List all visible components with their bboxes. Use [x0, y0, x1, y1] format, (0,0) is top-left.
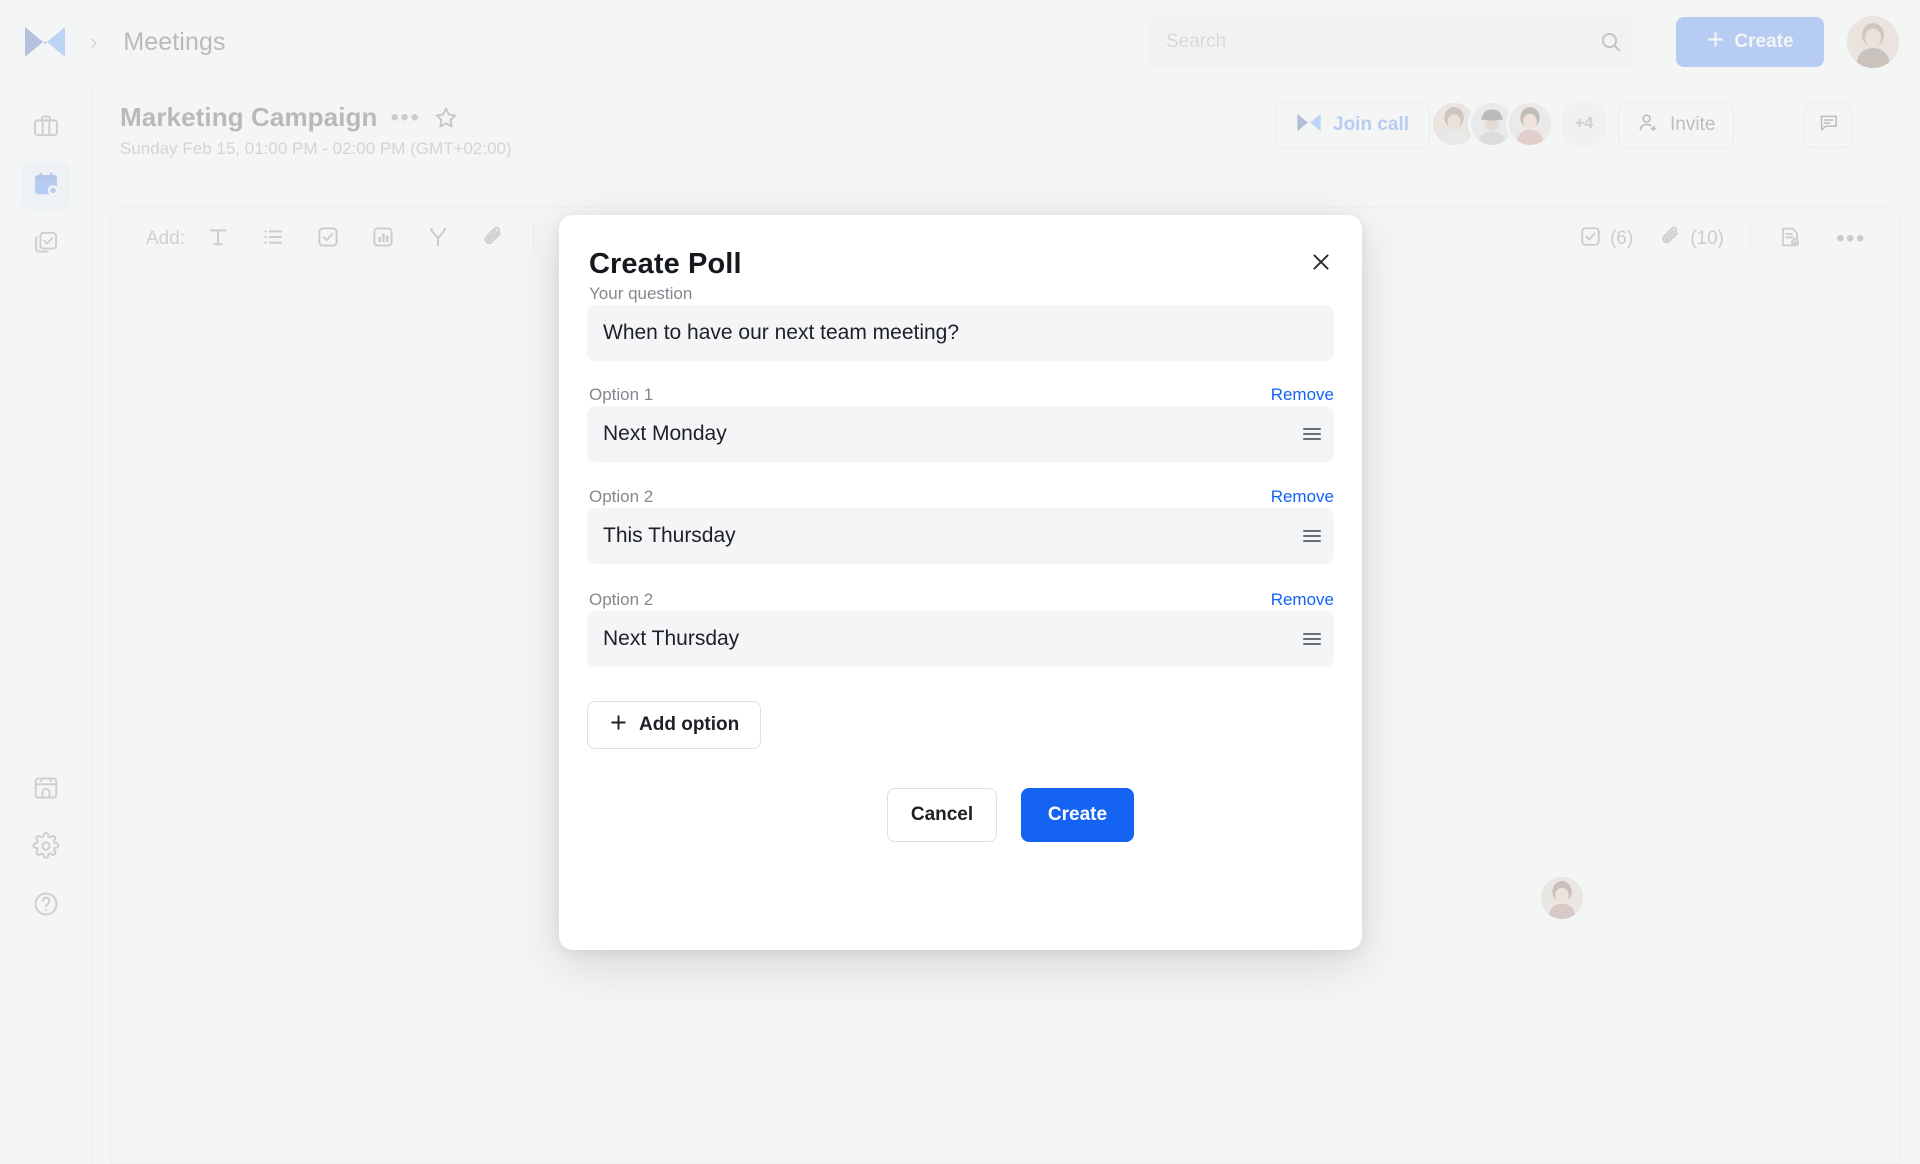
dialog-title: Create Poll	[589, 248, 742, 280]
close-button[interactable]	[1304, 247, 1338, 281]
option-1-label: Option 1	[589, 385, 654, 404]
option-1-input[interactable]	[587, 421, 1290, 447]
question-field[interactable]	[587, 305, 1334, 361]
option-3-label: Option 2	[589, 590, 654, 609]
dialog-create-button[interactable]: Create	[1021, 788, 1134, 842]
option-3-field[interactable]	[587, 611, 1334, 667]
option-1-field[interactable]	[587, 406, 1334, 462]
drag-handle-icon[interactable]	[1290, 526, 1334, 546]
option-2-field[interactable]	[587, 508, 1334, 564]
close-x-icon	[1309, 250, 1333, 279]
app-root: › Meetings Create	[0, 0, 1920, 1164]
question-input[interactable]	[587, 320, 1334, 346]
option-2-input[interactable]	[587, 523, 1290, 549]
option-2-label: Option 2	[589, 487, 654, 506]
question-label: Your question	[589, 284, 693, 303]
create-poll-dialog: Create Poll Your question Option 1 Remov…	[559, 215, 1362, 950]
option-3-input[interactable]	[587, 626, 1290, 652]
cancel-button[interactable]: Cancel	[887, 788, 997, 842]
add-option-label: Add option	[639, 714, 740, 735]
drag-handle-icon[interactable]	[1290, 424, 1334, 444]
drag-handle-icon[interactable]	[1290, 629, 1334, 649]
add-option-button[interactable]: Add option	[587, 701, 762, 749]
option-1-remove[interactable]: Remove	[1271, 385, 1334, 405]
option-2-remove[interactable]: Remove	[1271, 487, 1334, 507]
option-3-remove[interactable]: Remove	[1271, 590, 1334, 610]
plus-icon	[609, 713, 628, 738]
